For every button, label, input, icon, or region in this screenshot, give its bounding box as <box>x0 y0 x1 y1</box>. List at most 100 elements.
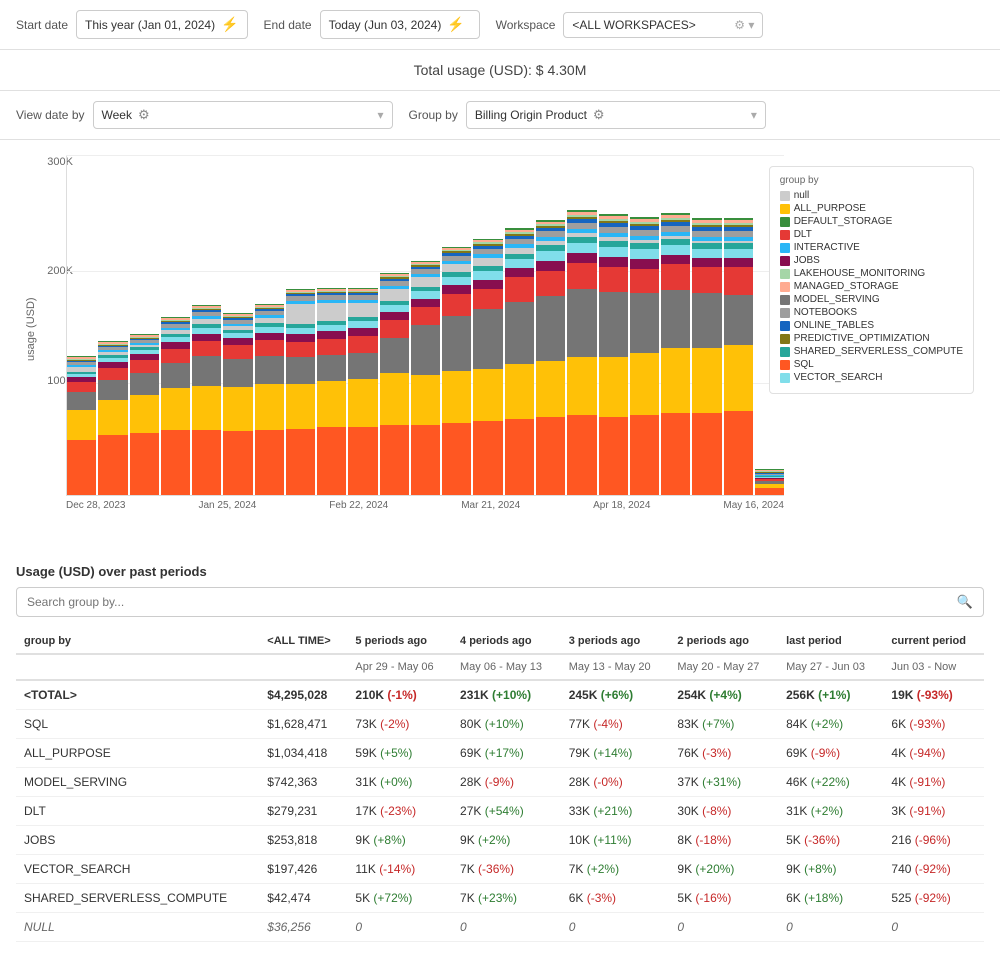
start-date-input[interactable]: This year (Jan 01, 2024) ⚡ <box>76 10 248 39</box>
bar-segment-jobs <box>505 268 534 277</box>
table-cell: 7K (+2%) <box>561 855 670 884</box>
col-all-time-sub <box>259 654 347 680</box>
bar-group[interactable] <box>223 313 252 495</box>
view-date-select[interactable]: Week ⚙ ▾ <box>93 101 393 129</box>
bar-segment-all_purpose <box>223 387 252 431</box>
table-cell: 30K (-8%) <box>669 797 778 826</box>
bar-group[interactable] <box>567 210 596 495</box>
bar-segment-all_purpose <box>161 388 190 430</box>
bar-segment-dlt <box>411 307 440 325</box>
table-row: VECTOR_SEARCH$197,42611K (-14%)7K (-36%)… <box>16 855 984 884</box>
table-cell: 0 <box>778 913 883 942</box>
start-date-group: Start date This year (Jan 01, 2024) ⚡ <box>16 10 248 39</box>
col-current-date: Jun 03 - Now <box>883 654 984 680</box>
end-date-input[interactable]: Today (Jun 03, 2024) ⚡ <box>320 10 480 39</box>
end-date-value: Today (Jun 03, 2024) <box>329 18 442 32</box>
bar-segment-sql <box>223 431 252 495</box>
table-cell: SQL <box>16 710 259 739</box>
bar-segment-jobs <box>442 285 471 294</box>
bar-group[interactable] <box>755 469 784 495</box>
bar-segment-sql <box>692 413 721 495</box>
bar-segment-sql <box>255 430 284 495</box>
bar-segment-jobs <box>411 299 440 307</box>
bar-segment-model_serving <box>255 356 284 384</box>
bar-group[interactable] <box>317 288 346 495</box>
bar-group[interactable] <box>98 341 127 495</box>
col-5-periods: 5 periods ago <box>347 629 452 654</box>
table-cell: 5K (-36%) <box>778 826 883 855</box>
table-cell: 210K (-1%) <box>347 680 452 710</box>
bar-segment-dlt <box>724 267 753 295</box>
bar-segment-model_serving <box>473 309 502 369</box>
bar-segment-sql <box>98 435 127 495</box>
bar-segment-sql <box>505 419 534 495</box>
bar-group[interactable] <box>348 288 377 495</box>
table-row: DLT$279,23117K (-23%)27K (+54%)33K (+21%… <box>16 797 984 826</box>
table-cell: 80K (+10%) <box>452 710 561 739</box>
legend-item-default-storage: DEFAULT_STORAGE <box>780 216 963 227</box>
bar-group[interactable] <box>192 305 221 495</box>
bar-group[interactable] <box>286 289 315 495</box>
bar-segment-dlt <box>223 345 252 359</box>
table-cell: $742,363 <box>259 768 347 797</box>
bar-group[interactable] <box>692 218 721 495</box>
legend-item-lakehouse: LAKEHOUSE_MONITORING <box>780 268 963 279</box>
bar-group[interactable] <box>536 220 565 495</box>
legend-item-predictive: PREDICTIVE_OPTIMIZATION <box>780 333 963 344</box>
x-label-3: Mar 21, 2024 <box>461 500 520 511</box>
legend-label-online-tables: ONLINE_TABLES <box>794 320 874 331</box>
search-icon: 🔍 <box>957 594 973 610</box>
x-label-0: Dec 28, 2023 <box>66 500 126 511</box>
legend-item-serverless: SHARED_SERVERLESS_COMPUTE <box>780 346 963 357</box>
legend-label-managed-storage: MANAGED_STORAGE <box>794 281 899 292</box>
controls-bar: View date by Week ⚙ ▾ Group by Billing O… <box>0 91 1000 140</box>
group-by-chevron-icon: ▾ <box>751 108 757 122</box>
bar-segment-dlt <box>505 277 534 302</box>
bar-segment-model_serving <box>192 356 221 386</box>
bar-group[interactable] <box>380 273 409 495</box>
bar-segment-null_s <box>348 303 377 317</box>
bar-segment-jobs <box>255 333 284 340</box>
bar-segment-jobs <box>192 334 221 341</box>
bar-segment-sql <box>317 427 346 495</box>
bar-segment-all_purpose <box>348 379 377 427</box>
group-by-select[interactable]: Billing Origin Product ⚙ ▾ <box>466 101 766 129</box>
table-row: MODEL_SERVING$742,36331K (+0%)28K (-9%)2… <box>16 768 984 797</box>
table-cell: 69K (+17%) <box>452 739 561 768</box>
table-cell: 740 (-92%) <box>883 855 984 884</box>
bar-segment-model_serving <box>161 363 190 388</box>
bar-segment-vector <box>692 249 721 258</box>
search-input[interactable] <box>27 595 951 609</box>
bar-group[interactable] <box>130 334 159 495</box>
search-bar[interactable]: 🔍 <box>16 587 984 617</box>
bar-segment-model_serving <box>661 290 690 348</box>
legend-item-all-purpose: ALL_PURPOSE <box>780 203 963 214</box>
legend-color-serverless <box>780 347 790 357</box>
bar-group[interactable] <box>630 217 659 495</box>
bar-group[interactable] <box>411 261 440 495</box>
bar-segment-model_serving <box>599 292 628 357</box>
bar-group[interactable] <box>473 239 502 495</box>
bar-group[interactable] <box>599 214 628 495</box>
chart-plot[interactable] <box>66 156 784 496</box>
bar-group[interactable] <box>505 228 534 495</box>
group-by-cog-icon: ⚙ <box>593 107 605 123</box>
bar-group[interactable] <box>255 304 284 495</box>
bar-segment-all_purpose <box>505 364 534 419</box>
table-cell: 254K (+4%) <box>669 680 778 710</box>
bar-group[interactable] <box>724 218 753 495</box>
legend-label-lakehouse: LAKEHOUSE_MONITORING <box>794 268 926 279</box>
bar-segment-sql <box>192 430 221 495</box>
bar-group[interactable] <box>67 356 96 495</box>
bar-segment-sql <box>630 415 659 495</box>
bar-segment-sql <box>161 430 190 495</box>
table-cell: 0 <box>452 913 561 942</box>
bar-group[interactable] <box>442 247 471 495</box>
workspace-value: <ALL WORKSPACES> <box>572 18 695 32</box>
table-cell: 525 (-92%) <box>883 884 984 913</box>
chart-area: usage (USD) 0 100K 200K 300K Dec 28, 202… <box>0 140 1000 552</box>
bar-group[interactable] <box>161 317 190 495</box>
table-cell: 8K (-18%) <box>669 826 778 855</box>
workspace-input[interactable]: <ALL WORKSPACES> ⚙ ▾ <box>563 12 763 38</box>
bar-group[interactable] <box>661 213 690 495</box>
